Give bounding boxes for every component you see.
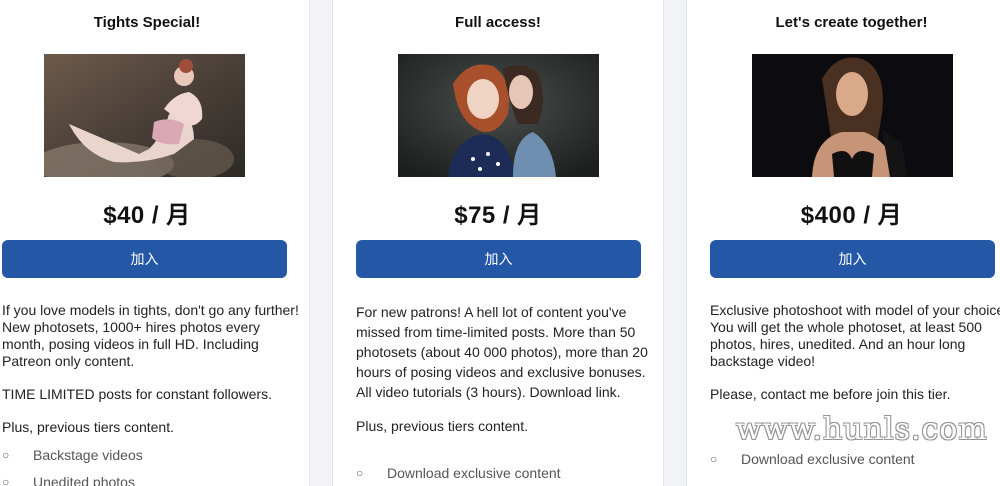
- list-item-label: Download exclusive content: [741, 451, 915, 467]
- bullet-icon: ○: [2, 475, 10, 486]
- list-item-label: Backstage videos: [33, 447, 143, 463]
- description-paragraph: Plus, previous tiers content.: [356, 418, 528, 434]
- tier-price: $75 / 月: [454, 202, 542, 229]
- bullet-icon: ○: [356, 466, 364, 480]
- tier-image: [44, 54, 245, 177]
- description-paragraph: Please, contact me before join this tier…: [710, 386, 951, 402]
- tier-description: If you love models in tights, don't go a…: [2, 302, 303, 436]
- description-paragraph: Plus, previous tiers content.: [2, 419, 174, 435]
- tier-image: [752, 54, 953, 177]
- list-item-label: Download exclusive content: [387, 465, 561, 481]
- tier-title: Let's create together!: [775, 14, 928, 31]
- bullet-icon: ○: [710, 452, 718, 466]
- join-button[interactable]: 加入: [710, 240, 995, 278]
- join-button[interactable]: 加入: [356, 240, 641, 278]
- description-paragraph: If you love models in tights, don't go a…: [2, 302, 299, 369]
- tier-image: [398, 54, 599, 177]
- tier-card-2: Full access! $75 / 月 加入 For new patrons!…: [332, 0, 664, 486]
- tier-page: Tights Special! $40 / 月 加入 If you love m…: [0, 0, 1000, 486]
- tier-title: Tights Special!: [93, 14, 201, 31]
- description-paragraph: TIME LIMITED posts for constant follower…: [2, 386, 272, 402]
- tier-price: $400 / 月: [800, 202, 903, 229]
- description-paragraph: For new patrons! A hell lot of content y…: [356, 304, 648, 400]
- list-item-label: Unedited photos: [33, 474, 135, 486]
- tier-price: $40 / 月: [103, 202, 191, 229]
- tier-title: Full access!: [455, 14, 541, 31]
- tier-description: For new patrons! A hell lot of content y…: [356, 302, 657, 436]
- watermark: www.hunls.com: [736, 412, 988, 447]
- join-button[interactable]: 加入: [2, 240, 287, 278]
- tier-card-1: Tights Special! $40 / 月 加入 If you love m…: [0, 0, 310, 486]
- tier-description: Exclusive photoshoot with model of your …: [710, 302, 1000, 403]
- bullet-icon: ○: [2, 448, 10, 462]
- description-paragraph: Exclusive photoshoot with model of your …: [710, 302, 1000, 369]
